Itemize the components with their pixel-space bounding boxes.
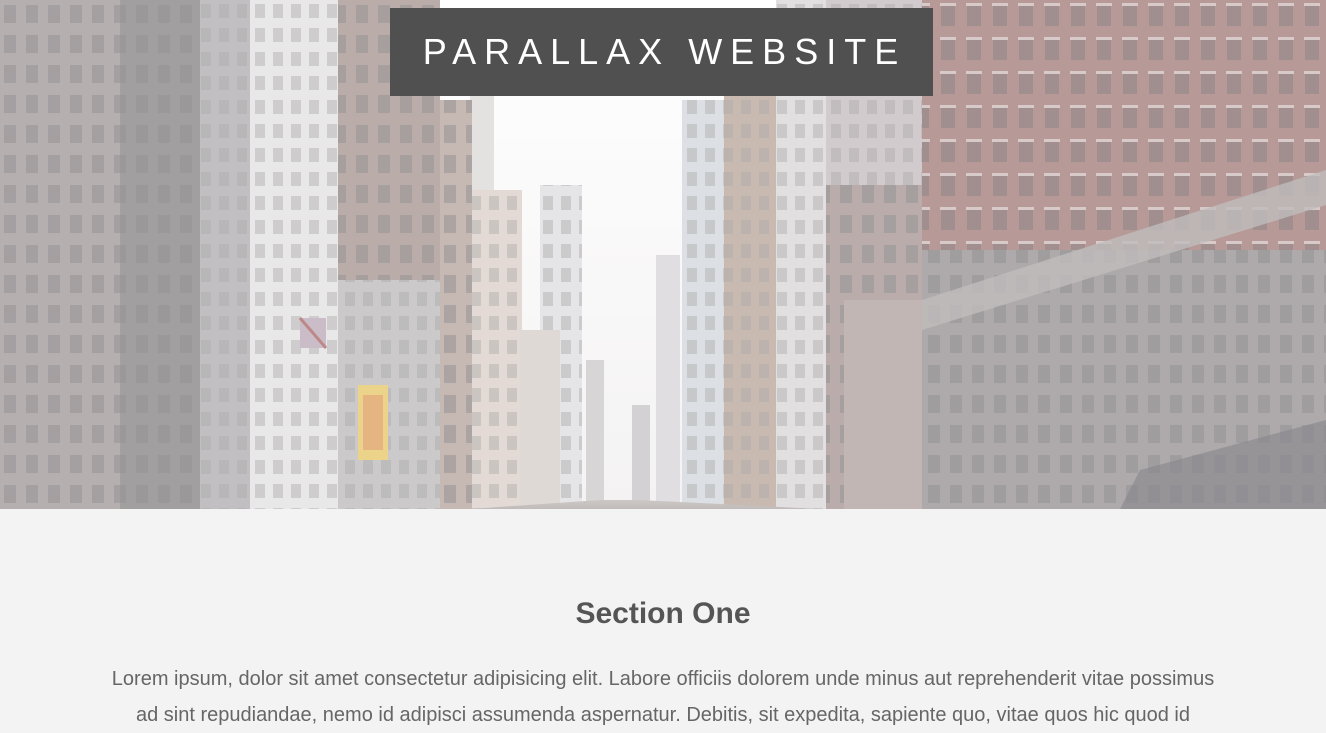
hero-section: Parallax Website [0, 0, 1326, 509]
section-heading: Section One [575, 597, 751, 630]
site-title: Parallax Website [390, 8, 933, 96]
section-one: Section One Lorem ipsum, dolor sit amet … [0, 509, 1326, 726]
section-body-text: Lorem ipsum, dolor sit amet consectetur … [111, 668, 1215, 726]
